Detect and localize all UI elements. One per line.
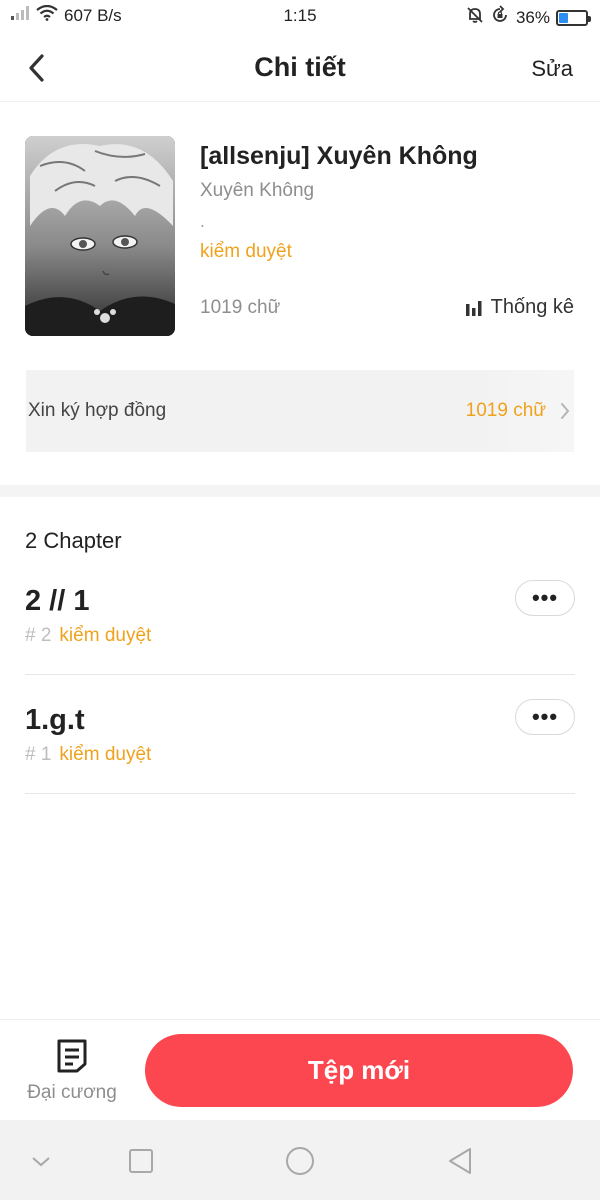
chapter-number: # 2	[25, 625, 52, 646]
rotation-lock-icon	[490, 5, 510, 30]
book-description: .	[200, 212, 205, 231]
nav-back-icon[interactable]	[443, 1144, 477, 1178]
chapter-item[interactable]: 1.g.t # 1 kiểm duyệt •••	[25, 674, 575, 794]
chapter-status: kiểm duyệt	[59, 744, 152, 765]
chevron-right-icon	[561, 403, 570, 419]
more-options-button[interactable]: •••	[515, 699, 575, 735]
outline-label: Đại cương	[27, 1082, 117, 1103]
book-cover-image[interactable]	[25, 136, 175, 336]
bar-chart-icon	[465, 300, 482, 316]
more-options-button[interactable]: •••	[515, 580, 575, 616]
edit-button[interactable]: Sửa	[531, 56, 573, 82]
chapter-meta: # 2 kiểm duyệt	[25, 625, 151, 647]
top-nav-bar: Chi tiết Sửa	[0, 34, 600, 102]
bottom-action-bar: Đại cương Tệp mới	[0, 1019, 600, 1120]
chapter-status: kiểm duyệt	[59, 625, 152, 646]
chapter-item[interactable]: 2 // 1 # 2 kiểm duyệt •••	[25, 555, 575, 675]
chapters-count: 2 Chapter	[25, 528, 122, 553]
battery-icon	[556, 9, 591, 26]
chapter-title: 2 // 1	[25, 585, 90, 617]
status-bar-right: 36%	[466, 5, 591, 30]
system-nav-bar	[0, 1120, 600, 1200]
nav-down-icon[interactable]	[24, 1144, 58, 1178]
section-divider	[0, 485, 600, 497]
battery-percent: 36%	[515, 7, 550, 27]
battery-level	[559, 12, 569, 23]
contract-label: Xin ký hợp đồng	[28, 400, 167, 421]
chapter-meta: # 1 kiểm duyệt	[25, 744, 151, 766]
book-genre: Xuyên Không	[200, 180, 315, 201]
contract-word-count: 1019 chữ	[465, 400, 546, 421]
mute-icon	[466, 6, 484, 29]
more-icon: •••	[531, 585, 559, 610]
new-file-button[interactable]: Tệp mới	[145, 1034, 573, 1107]
chapter-title: 1.g.t	[25, 704, 85, 736]
outline-button[interactable]: Đại cương	[22, 1038, 122, 1108]
book-title: [allsenju] Xuyên Không	[200, 142, 478, 170]
more-icon: •••	[531, 704, 559, 729]
stats-button[interactable]: Thống kê	[465, 296, 574, 319]
nav-home-icon[interactable]	[283, 1144, 317, 1178]
document-icon	[57, 1039, 87, 1073]
nav-recents-icon[interactable]	[124, 1144, 158, 1178]
contract-row[interactable]: Xin ký hợp đồng 1019 chữ	[26, 370, 574, 452]
book-word-count: 1019 chữ	[200, 297, 281, 318]
chapter-number: # 1	[25, 744, 52, 765]
stats-label: Thống kê	[490, 296, 574, 318]
status-bar: 607 B/s 1:15 36%	[0, 0, 600, 34]
page-title: Chi tiết	[254, 52, 346, 82]
book-status: kiểm duyệt	[200, 241, 292, 262]
